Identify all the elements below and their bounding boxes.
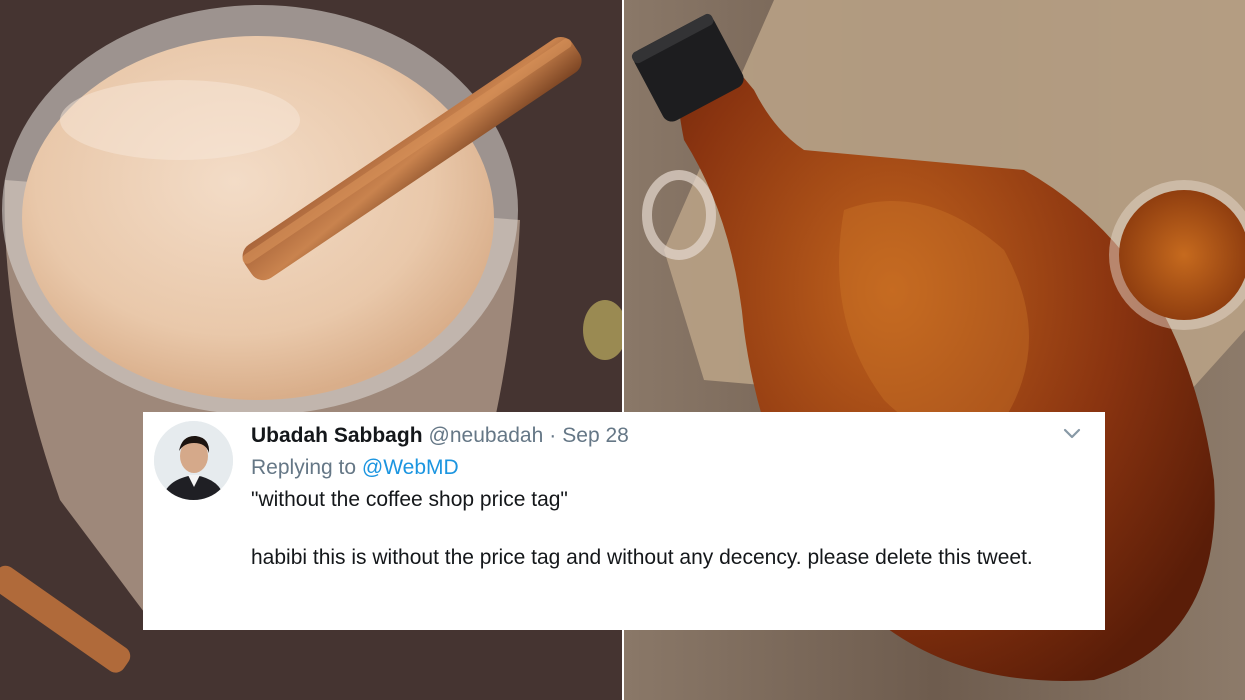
author-handle[interactable]: @neubadah [429,424,544,447]
tweet-body-line: habibi this is without the price tag and… [251,546,1033,569]
reply-handle-link[interactable]: @WebMD [362,456,459,479]
reply-prefix: Replying to [251,456,357,479]
tweet-header: Ubadah Sabbagh @neubadah · Sep 28 [251,422,1085,450]
user-avatar-image [154,421,233,500]
tweet-quote-line: "without the coffee shop price tag" [251,488,568,511]
chevron-down-icon [1063,428,1081,439]
user-avatar[interactable] [154,421,233,500]
more-options-button[interactable] [1061,422,1083,444]
author-name[interactable]: Ubadah Sabbagh [251,424,423,447]
tweet-card[interactable]: Ubadah Sabbagh @neubadah · Sep 28 Replying … [143,412,1105,630]
tweet-text: "without the coffee shop price tag" habi… [251,485,1085,572]
tweet-date[interactable]: Sep 28 [562,424,629,447]
header-separator: · [549,424,557,447]
reply-context: Replying to @WebMD [251,453,1085,483]
